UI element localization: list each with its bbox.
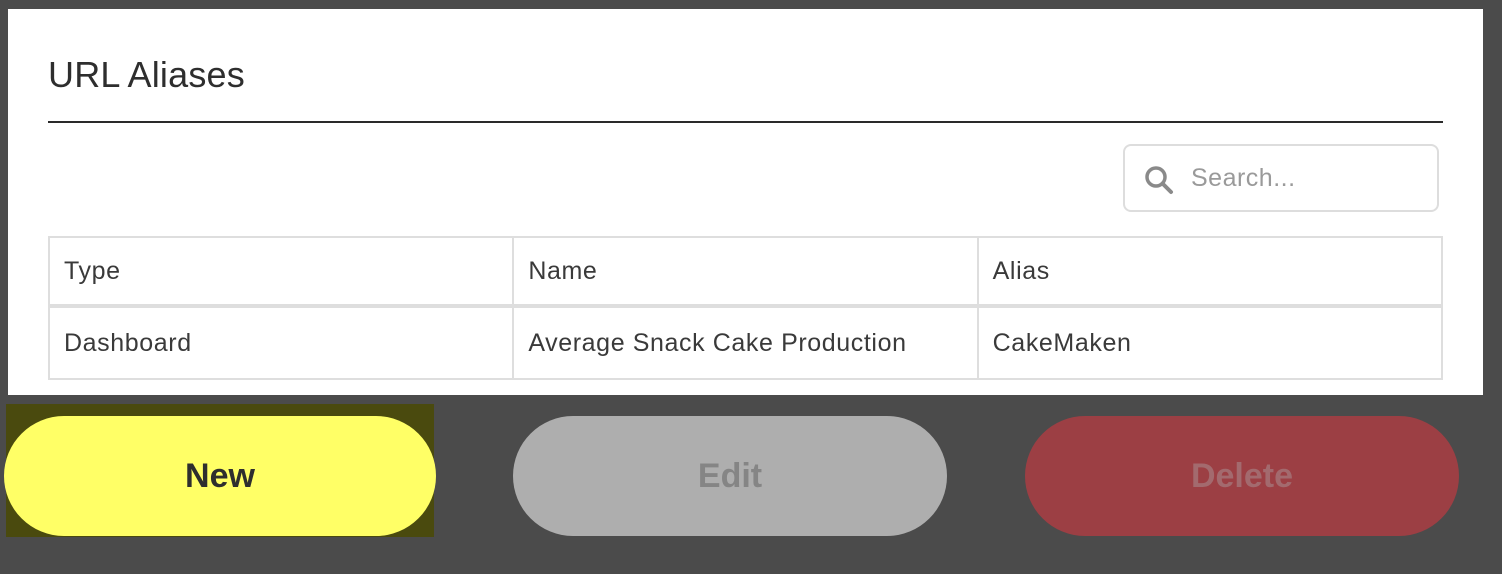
aliases-table: Type Name Alias Dashboard Average Snack … [47, 236, 1444, 380]
page-title: URL Aliases [48, 54, 245, 95]
cell-alias: CakeMaken [976, 305, 1444, 380]
title-divider [48, 121, 1443, 123]
search-icon [1145, 166, 1173, 194]
delete-button[interactable]: Delete [1025, 416, 1459, 536]
search-input[interactable] [1191, 158, 1427, 198]
cell-name: Average Snack Cake Production [512, 305, 979, 380]
column-header-type[interactable]: Type [47, 236, 515, 308]
search-box[interactable] [1123, 144, 1439, 212]
column-header-name[interactable]: Name [512, 236, 979, 308]
url-aliases-panel: URL Aliases Type Name Alias Dashboard Av… [8, 9, 1483, 395]
edit-button[interactable]: Edit [513, 416, 947, 536]
table-header-row: Type Name Alias [47, 236, 1444, 308]
table-row[interactable]: Dashboard Average Snack Cake Production … [47, 305, 1444, 380]
cell-type: Dashboard [47, 305, 515, 380]
new-button[interactable]: New [4, 416, 436, 536]
column-header-alias[interactable]: Alias [976, 236, 1444, 308]
